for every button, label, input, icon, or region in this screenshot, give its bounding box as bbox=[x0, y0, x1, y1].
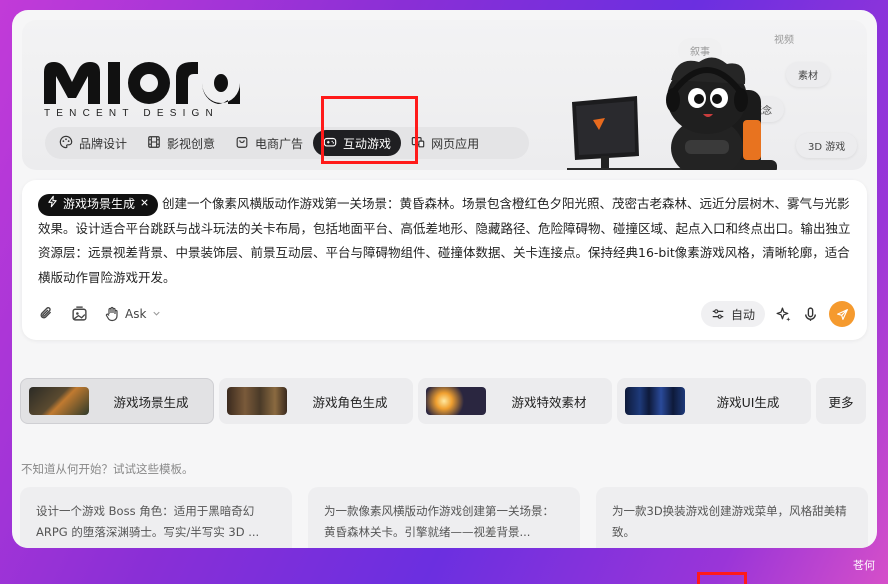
forest-scene-thumbnail bbox=[29, 387, 89, 415]
auto-settings-button[interactable]: 自动 bbox=[700, 301, 765, 327]
input-toolbar-right: 自动 bbox=[700, 301, 855, 327]
watermark-author: 苍何 bbox=[853, 559, 875, 572]
send-icon bbox=[836, 308, 849, 321]
tab-label: 品牌设计 bbox=[79, 136, 128, 151]
prompt-text-area[interactable]: 游戏场景生成 创建一个像素风横版动作游戏第一关场景：黄昏森林。场景包含橙红色夕阳… bbox=[38, 192, 858, 290]
more-button[interactable]: 更多 bbox=[816, 378, 866, 424]
chevron-down-icon bbox=[151, 308, 162, 319]
input-toolbar-left: Ask bbox=[38, 305, 162, 322]
gamer-mascot-illustration bbox=[567, 50, 777, 170]
tab-label: 网页应用 bbox=[431, 136, 480, 151]
highlight-box-bottom bbox=[697, 572, 747, 584]
template-card[interactable]: 设计一个游戏 Boss 角色：适用于黑暗奇幻 ARPG 的堕落深渊骑士。写实/半… bbox=[20, 487, 292, 548]
tag-label: 游戏场景生成 bbox=[63, 197, 136, 212]
film-icon bbox=[147, 135, 161, 152]
chip-material[interactable]: 素材 bbox=[786, 62, 830, 87]
send-button[interactable] bbox=[829, 301, 855, 327]
chip-video[interactable]: 视频 bbox=[762, 26, 806, 51]
chip-3d-game[interactable]: 3D 游戏 bbox=[796, 133, 858, 158]
app-window: TENCENT DESIGN 品牌设计 影视创意 电商广告 互动游戏 网页应用 bbox=[12, 10, 877, 548]
prompt-text: 创建一个像素风横版动作游戏第一关场景：黄昏森林。场景包含橙红色夕阳光照、茂密古老… bbox=[38, 196, 851, 285]
scene-generation-tag[interactable]: 游戏场景生成 bbox=[38, 192, 159, 217]
card-game-ui[interactable]: 游戏UI生成 bbox=[617, 378, 811, 424]
paperclip-icon[interactable] bbox=[38, 305, 55, 322]
card-game-character[interactable]: 游戏角色生成 bbox=[219, 378, 413, 424]
card-label: 游戏场景生成 bbox=[113, 394, 189, 410]
ui-thumbnail bbox=[625, 387, 685, 415]
template-list: 设计一个游戏 Boss 角色：适用于黑暗奇幻 ARPG 的堕落深渊骑士。写实/半… bbox=[20, 487, 868, 548]
character-thumbnail bbox=[227, 387, 287, 415]
close-icon[interactable] bbox=[139, 192, 150, 217]
auto-label: 自动 bbox=[730, 307, 755, 322]
media-gallery-icon[interactable] bbox=[71, 305, 88, 322]
template-hint: 不知道从何开始？试试这些模板。 bbox=[21, 462, 194, 476]
template-card[interactable]: 为一款3D换装游戏创建游戏菜单，风格甜美精致。 bbox=[596, 487, 868, 548]
shopping-bag-icon bbox=[235, 135, 249, 152]
tab-label: 电商广告 bbox=[255, 136, 304, 151]
sliders-icon bbox=[711, 307, 725, 321]
hand-icon bbox=[104, 306, 120, 322]
mode-label: Ask bbox=[125, 306, 147, 321]
card-game-scene[interactable]: 游戏场景生成 bbox=[20, 378, 214, 424]
tab-label: 影视创意 bbox=[167, 136, 216, 151]
card-label: 游戏角色生成 bbox=[312, 394, 388, 410]
highlight-box-games-tab bbox=[321, 96, 418, 164]
effects-thumbnail bbox=[426, 387, 486, 415]
tab-film-creative[interactable]: 影视创意 bbox=[137, 130, 225, 156]
hero-banner: TENCENT DESIGN 品牌设计 影视创意 电商广告 互动游戏 网页应用 bbox=[22, 20, 867, 170]
mode-selector[interactable]: Ask bbox=[104, 306, 162, 322]
sparkle-icon[interactable] bbox=[775, 306, 792, 323]
microphone-icon[interactable] bbox=[802, 306, 819, 323]
card-game-effects[interactable]: 游戏特效素材 bbox=[418, 378, 612, 424]
template-card[interactable]: 为一款像素风横版动作游戏创建第一关场景：黄昏森林关卡。引擎就绪——视差背景... bbox=[308, 487, 580, 548]
lightning-icon bbox=[46, 192, 59, 217]
prompt-input-box[interactable]: 游戏场景生成 创建一个像素风横版动作游戏第一关场景：黄昏森林。场景包含橙红色夕阳… bbox=[22, 180, 867, 340]
card-label: 游戏特效素材 bbox=[511, 394, 587, 410]
quick-start-cards: 游戏场景生成 游戏角色生成 游戏特效素材 游戏UI生成 更多 bbox=[20, 378, 866, 424]
category-tabs: 品牌设计 影视创意 电商广告 互动游戏 网页应用 bbox=[45, 127, 529, 159]
logo-tagline: TENCENT DESIGN bbox=[44, 108, 219, 119]
tab-brand-design[interactable]: 品牌设计 bbox=[49, 130, 137, 156]
palette-icon bbox=[59, 135, 73, 152]
tab-ecommerce-ads[interactable]: 电商广告 bbox=[225, 130, 313, 156]
card-label: 游戏UI生成 bbox=[716, 394, 780, 410]
